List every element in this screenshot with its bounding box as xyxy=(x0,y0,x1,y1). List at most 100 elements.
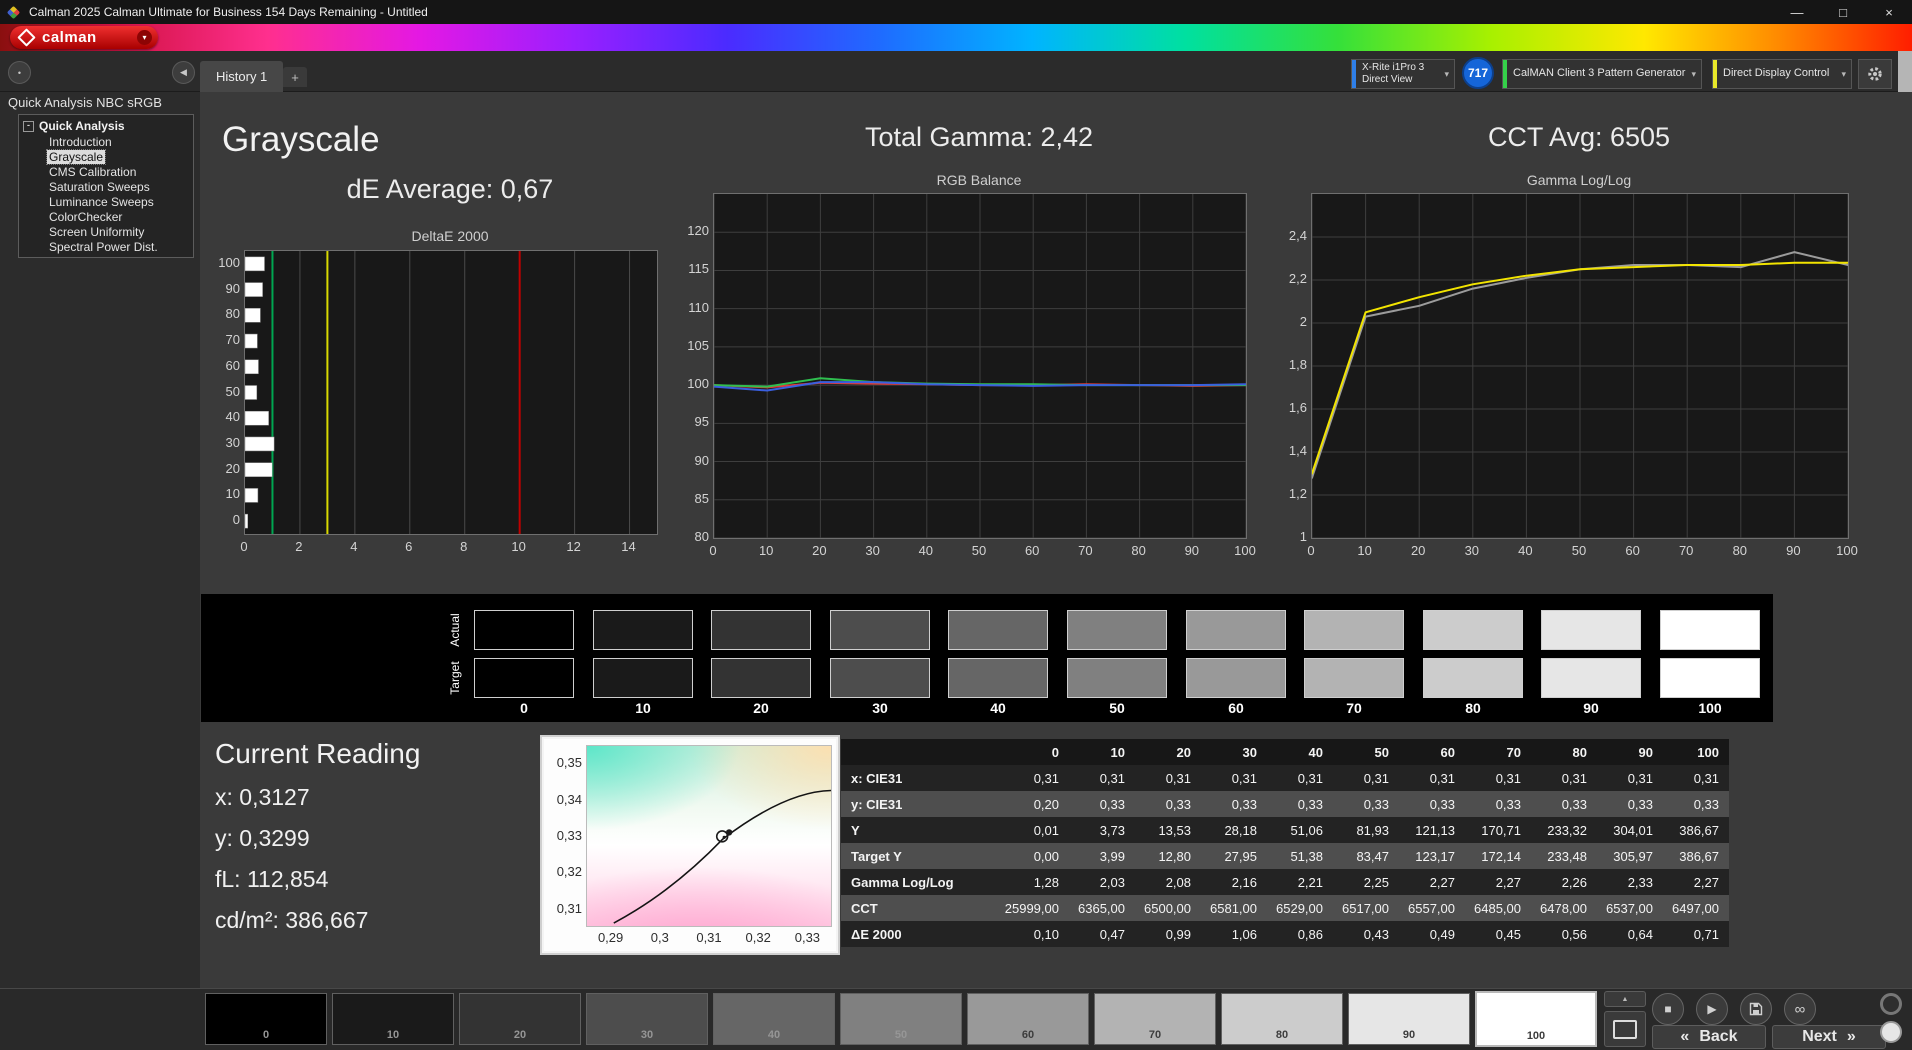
axis-tick-label: 70 xyxy=(202,332,240,347)
sidebar-item-introduction[interactable]: Introduction xyxy=(47,135,189,150)
sidebar-item-spectral-power-dist-[interactable]: Spectral Power Dist. xyxy=(47,240,189,255)
sidebar-item-luminance-sweeps[interactable]: Luminance Sweeps xyxy=(47,195,189,210)
calman-menu-button[interactable]: calman ▾ xyxy=(10,26,158,49)
close-button[interactable]: × xyxy=(1866,0,1912,24)
continuous-read-button[interactable]: ∞ xyxy=(1784,993,1816,1025)
save-button[interactable] xyxy=(1740,993,1772,1025)
workflow-tree: - Quick Analysis IntroductionGrayscaleCM… xyxy=(18,114,194,258)
table-cell: 27,95 xyxy=(1201,843,1267,869)
pattern-patch-90[interactable]: 90 xyxy=(1348,993,1470,1045)
table-cell: 305,97 xyxy=(1597,843,1663,869)
chevron-down-icon: ▾ xyxy=(1691,69,1701,80)
table-cell: 0,31 xyxy=(1267,765,1333,791)
table-column-header: 50 xyxy=(1333,739,1399,765)
axis-tick-label: 14 xyxy=(609,539,649,554)
axis-tick-label: 60 xyxy=(1012,543,1052,558)
swatch-actual-50 xyxy=(1067,610,1167,650)
axis-tick-label: 60 xyxy=(202,358,240,373)
swatch-column-label: 90 xyxy=(1541,700,1641,716)
axis-tick-label: 80 xyxy=(202,306,240,321)
next-button[interactable]: Next » xyxy=(1772,1025,1886,1049)
pattern-patch-80[interactable]: 80 xyxy=(1221,993,1343,1045)
axis-tick-label: 80 xyxy=(1720,543,1760,558)
table-cell: 1,06 xyxy=(1201,921,1267,947)
pattern-patch-60[interactable]: 60 xyxy=(967,993,1089,1045)
back-button[interactable]: « Back xyxy=(1652,1025,1766,1049)
axis-tick-label: 95 xyxy=(671,414,709,429)
table-cell: 0,33 xyxy=(1135,791,1201,817)
minimize-button[interactable]: — xyxy=(1774,0,1820,24)
pattern-source-dropdown[interactable]: CalMAN Client 3 Pattern Generator ▾ xyxy=(1502,59,1702,89)
meter-status-badge[interactable]: 717 xyxy=(1462,57,1494,89)
table-cell: 0,33 xyxy=(1597,791,1663,817)
pattern-window-button[interactable] xyxy=(1604,1011,1646,1047)
axis-tick-label: 10 xyxy=(499,539,539,554)
table-row-label: y: CIE31 xyxy=(841,791,1003,817)
table-row-cct: CCT25999,006365,006500,006581,006529,006… xyxy=(841,895,1729,921)
sidebar-collapse-button[interactable]: ◀ xyxy=(172,61,195,84)
display-control-dropdown[interactable]: Direct Display Control ▾ xyxy=(1712,59,1852,89)
pattern-patch-50[interactable]: 50 xyxy=(840,993,962,1045)
table-cell: 0,20 xyxy=(1003,791,1069,817)
sidebar-item-colorchecker[interactable]: ColorChecker xyxy=(47,210,189,225)
table-cell: 172,14 xyxy=(1465,843,1531,869)
table-cell: 2,27 xyxy=(1663,869,1729,895)
toolbar: • ◀ History 1 + X-Rite i1Pro 3 Direct Vi… xyxy=(0,51,1912,92)
sidebar-item-screen-uniformity[interactable]: Screen Uniformity xyxy=(47,225,189,240)
axis-tick-label: 110 xyxy=(671,300,709,315)
swatch-actual-10 xyxy=(593,610,693,650)
axis-tick-label: 0,31 xyxy=(689,930,729,945)
meter-line1: X-Rite i1Pro 3 xyxy=(1362,62,1440,75)
pattern-patch-100[interactable]: 100 xyxy=(1475,991,1597,1047)
table-cell: 13,53 xyxy=(1135,817,1201,843)
pattern-patch-30[interactable]: 30 xyxy=(586,993,708,1045)
table-cell: 0,31 xyxy=(1399,765,1465,791)
panel-edge-handle[interactable] xyxy=(1898,51,1912,92)
pattern-settings-button[interactable] xyxy=(1880,993,1902,1015)
sidebar-item-cms-calibration[interactable]: CMS Calibration xyxy=(47,165,189,180)
table-cell: 2,21 xyxy=(1267,869,1333,895)
pattern-bar: ▲ ■ ▶ ∞ « Back Next » 010203040506070809… xyxy=(0,988,1912,1050)
chart-svg-deltae xyxy=(245,251,657,534)
table-cell: 0,33 xyxy=(1399,791,1465,817)
play-measure-button[interactable]: ▶ xyxy=(1696,993,1728,1025)
sidebar-item-saturation-sweeps[interactable]: Saturation Sweeps xyxy=(47,180,189,195)
meter-device-dropdown[interactable]: X-Rite i1Pro 3 Direct View ▾ xyxy=(1351,59,1455,89)
table-cell: 2,27 xyxy=(1399,869,1465,895)
table-cell: 0,71 xyxy=(1663,921,1729,947)
table-cell: 0,33 xyxy=(1333,791,1399,817)
gamma-line-chart: 01020304050607080901002,42,221,81,61,41,… xyxy=(1271,193,1861,577)
sidebar-item-grayscale[interactable]: Grayscale xyxy=(47,150,189,165)
table-row-label: Target Y xyxy=(841,843,1003,869)
reading-fl: fL: 112,854 xyxy=(215,866,328,893)
table-cell: 6581,00 xyxy=(1201,895,1267,921)
tab-history-1[interactable]: History 1 xyxy=(200,61,283,92)
axis-tick-label: 0,3 xyxy=(640,930,680,945)
maximize-button[interactable]: □ xyxy=(1820,0,1866,24)
swatch-actual-70 xyxy=(1304,610,1404,650)
pattern-patch-20[interactable]: 20 xyxy=(459,993,581,1045)
axis-tick-label: 0,33 xyxy=(544,828,582,843)
table-row-label: x: CIE31 xyxy=(841,765,1003,791)
pattern-patch-label: 100 xyxy=(1477,1030,1595,1042)
rainbow-banner xyxy=(0,24,1912,51)
swatch-column-label: 80 xyxy=(1423,700,1523,716)
pattern-patch-40[interactable]: 40 xyxy=(713,993,835,1045)
nav-menu-button[interactable]: • xyxy=(8,61,31,84)
tree-expander-icon[interactable]: - xyxy=(23,121,34,132)
pattern-patch-10[interactable]: 10 xyxy=(332,993,454,1045)
table-cell: 51,06 xyxy=(1267,817,1333,843)
pattern-patch-0[interactable]: 0 xyxy=(205,993,327,1045)
table-cell: 386,67 xyxy=(1663,817,1729,843)
tree-root-node[interactable]: - Quick Analysis xyxy=(23,119,189,133)
axis-tick-label: 50 xyxy=(202,384,240,399)
table-cell: 0,33 xyxy=(1531,791,1597,817)
axis-tick-label: 8 xyxy=(444,539,484,554)
settings-button[interactable] xyxy=(1858,59,1892,89)
table-cell: 0,64 xyxy=(1597,921,1663,947)
collapse-pattern-bar-button[interactable]: ▲ xyxy=(1604,991,1646,1007)
pattern-patch-70[interactable]: 70 xyxy=(1094,993,1216,1045)
cct-avg-heading: CCT Avg: 6505 xyxy=(1311,122,1847,153)
add-tab-button[interactable]: + xyxy=(283,67,307,87)
stop-measure-button[interactable]: ■ xyxy=(1652,993,1684,1025)
